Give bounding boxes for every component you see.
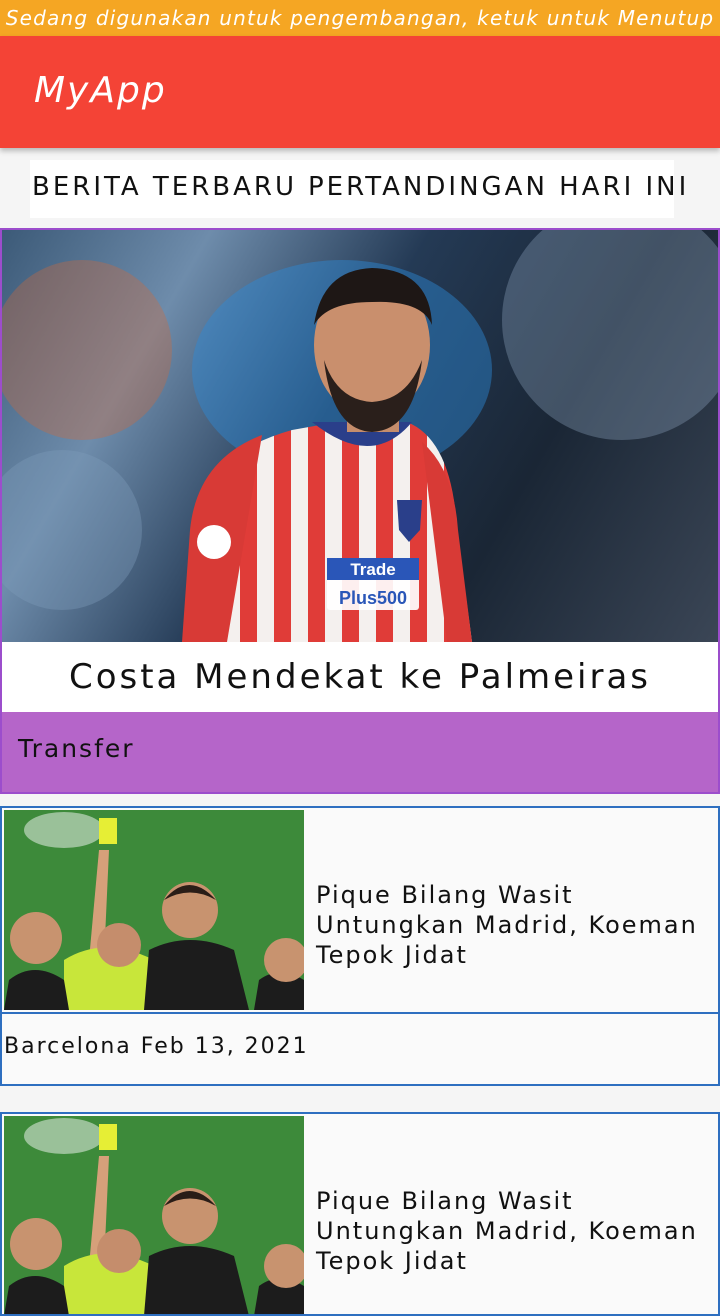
news-title[interactable]: Pique Bilang Wasit Untungkan Madrid, Koe… [316, 1186, 706, 1276]
tab-latest-news[interactable]: BERITA TERBARU [32, 172, 297, 202]
news-thumbnail [4, 1116, 304, 1314]
category-bar: Transfer [2, 712, 718, 792]
sponsor-text-bottom: Plus500 [339, 588, 407, 608]
player-illustration: Trade Plus500 [2, 230, 718, 642]
news-card[interactable]: Pique Bilang Wasit Untungkan Madrid, Koe… [0, 1112, 720, 1316]
referee-illustration [4, 810, 304, 1010]
card-divider [2, 1012, 718, 1014]
news-thumbnail [4, 810, 304, 1010]
dev-mode-banner[interactable]: Sedang digunakan untuk pengembangan, ket… [0, 0, 720, 36]
news-meta: Barcelona Feb 13, 2021 [4, 1034, 309, 1059]
featured-photo: Trade Plus500 [2, 230, 718, 642]
category-label: Transfer [18, 734, 135, 763]
tab-bar: BERITA TERBARU PERTANDINGAN HARI INI [30, 160, 686, 218]
news-title[interactable]: Pique Bilang Wasit Untungkan Madrid, Koe… [316, 880, 706, 970]
app-title: MyApp [34, 70, 167, 111]
featured-headline[interactable]: Costa Mendekat ke Palmeiras [2, 642, 718, 712]
news-card[interactable]: Pique Bilang Wasit Untungkan Madrid, Koe… [0, 806, 720, 1086]
jersey-sponsor: Trade Plus500 [327, 558, 419, 610]
app-bar: MyApp [0, 36, 720, 148]
featured-news-card[interactable]: Trade Plus500 Costa Mendekat ke Palmeira… [0, 228, 720, 794]
tab-todays-matches[interactable]: PERTANDINGAN HARI INI [308, 172, 689, 202]
sponsor-text-top: Trade [350, 560, 395, 579]
referee-illustration [4, 1116, 304, 1314]
